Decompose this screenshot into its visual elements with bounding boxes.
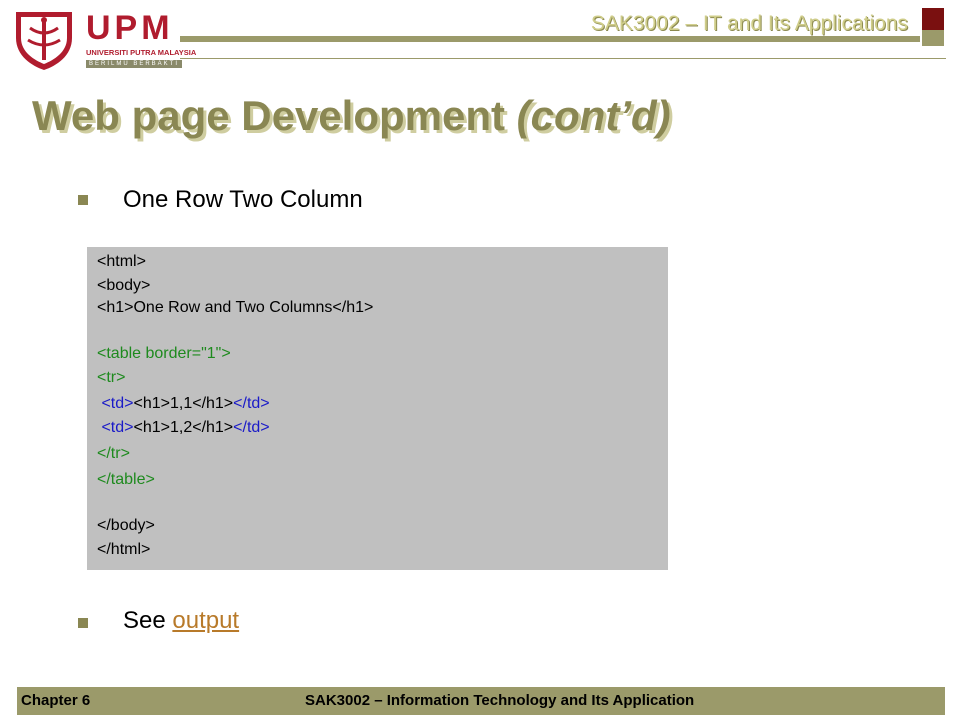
code-token: </td> bbox=[233, 419, 270, 436]
logo-text: UPM bbox=[86, 9, 174, 47]
output-link[interactable]: output bbox=[172, 607, 239, 634]
header-band bbox=[180, 36, 920, 42]
upm-shield-logo bbox=[10, 8, 78, 72]
bullet-see-output: See output bbox=[123, 607, 239, 635]
code-token: <body> bbox=[97, 277, 151, 294]
footer-bar: Chapter 6 SAK3002 – Information Technolo… bbox=[17, 687, 945, 715]
logo-university-name: UNIVERSITI PUTRA MALAYSIA bbox=[86, 48, 197, 57]
code-token: <h1> bbox=[133, 419, 170, 436]
code-line-tr-close: </tr> bbox=[97, 445, 130, 463]
code-token: 1,1 bbox=[169, 395, 193, 412]
corner-decoration-olive bbox=[922, 30, 944, 46]
code-line-table-close: </table> bbox=[97, 471, 155, 489]
code-token: One Row and Two Columns bbox=[133, 299, 333, 316]
code-token: <h1> bbox=[97, 299, 134, 316]
logo-motto: BERILMU BERBAKTI bbox=[86, 60, 183, 68]
code-token: <table border="1"> bbox=[97, 345, 231, 362]
code-line: </body> bbox=[97, 517, 155, 535]
bullet-square-icon bbox=[78, 618, 88, 628]
code-token: </h1> bbox=[192, 395, 234, 412]
code-line: </html> bbox=[97, 541, 150, 559]
bullet-square-icon bbox=[78, 195, 88, 205]
code-sample-box: <html> <body> <h1>One Row and Two Column… bbox=[87, 247, 668, 570]
code-token: </td> bbox=[233, 395, 270, 412]
bullet-see-label: See bbox=[123, 607, 173, 634]
code-token: <h1> bbox=[133, 395, 170, 412]
code-token: <td> bbox=[97, 419, 134, 436]
code-token: </html> bbox=[97, 541, 151, 558]
code-line-tr: <tr> bbox=[97, 369, 125, 387]
code-line: <html> bbox=[97, 253, 146, 271]
shield-icon bbox=[16, 12, 72, 70]
code-token: </h1> bbox=[332, 299, 374, 316]
slide-title-suffix: (cont’d) bbox=[516, 92, 671, 139]
code-token: </body> bbox=[97, 517, 155, 534]
bullet-one-row-two-column: One Row Two Column bbox=[123, 186, 363, 213]
code-token: </h1> bbox=[192, 419, 234, 436]
header-bar: SAK3002 – IT and Its Applications bbox=[180, 8, 920, 46]
code-line: <h1>One Row and Two Columns</h1> bbox=[97, 299, 373, 317]
footer-chapter: Chapter 6 bbox=[21, 692, 91, 709]
code-token: <tr> bbox=[97, 369, 126, 386]
code-token: <html> bbox=[97, 253, 146, 270]
header-divider bbox=[180, 58, 946, 59]
slide-title-main: Web page Development bbox=[32, 92, 505, 139]
slide-title: Web page Development (cont’d) bbox=[32, 92, 671, 140]
course-title: SAK3002 – IT and Its Applications bbox=[590, 12, 908, 35]
code-line-table: <table border="1"> bbox=[97, 345, 231, 363]
code-token: </table> bbox=[97, 471, 155, 488]
code-token: 1,2 bbox=[169, 419, 193, 436]
code-line-td: <td><h1>1,1</h1></td> bbox=[97, 395, 270, 413]
corner-decoration-red bbox=[922, 8, 944, 30]
code-line-td: <td><h1>1,2</h1></td> bbox=[97, 419, 270, 437]
upm-wordmark: UPM UNIVERSITI PUTRA MALAYSIA BERILMU BE… bbox=[86, 9, 196, 70]
code-token: <td> bbox=[97, 395, 134, 412]
code-token: </tr> bbox=[97, 445, 130, 462]
code-line: <body> bbox=[97, 277, 150, 295]
footer-course: SAK3002 – Information Technology and Its… bbox=[305, 692, 695, 709]
